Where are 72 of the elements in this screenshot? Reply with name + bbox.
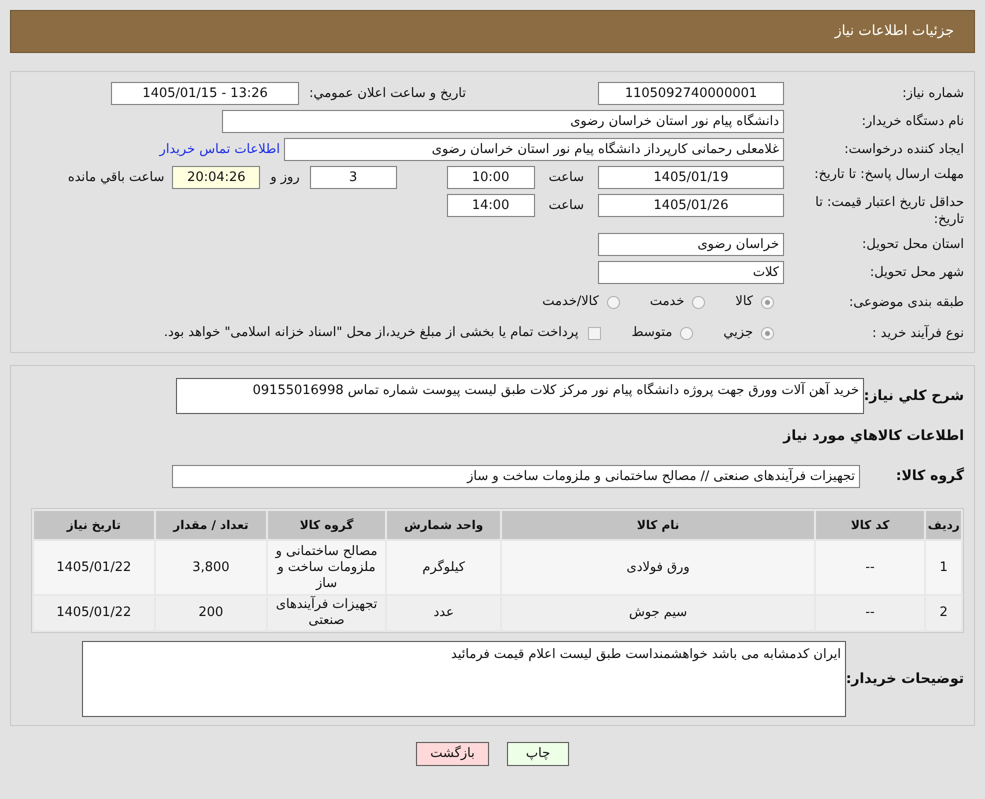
column-header: کد کالا [816,511,924,539]
text-field[interactable]: 14:00 [446,194,535,217]
radio-button[interactable] [761,296,774,308]
field-label: حداقل تاریخ اعتبار قیمت: تا تاریخ: [814,194,964,228]
checkbox[interactable] [588,326,602,340]
checkbox-label: پرداخت تمام یا بخشی از مبلغ خرید،از محل "اسناد خزانه اسلامی" خواهد بود. [164,324,578,342]
table-cell: 200 [156,596,266,630]
text-field[interactable]: 10:00 [446,166,535,189]
table-cell: عدد [386,596,500,630]
text-field[interactable]: تجهیزات فرآیندهای صنعتی // مصالح ساختمانی و ملزومات ساخت و ساز [172,465,860,488]
radio-label: متوسط [631,324,672,342]
field-label: شماره نیاز: [901,85,964,102]
countdown-field[interactable]: 20:04:26 [172,166,260,189]
field-label: گروه کالا: [894,466,964,486]
text-field[interactable]: 1105092740000001 [598,82,784,105]
field-label: استان محل تحویل: [861,236,964,253]
field-label: ساعت [548,169,584,187]
column-header: ردیف [926,511,961,539]
header-bar: جزئیات اطلاعات نیاز [10,10,975,53]
text-field[interactable]: 3 [310,166,397,189]
table-cell: کیلوگرم [386,541,500,594]
radio-label: کالا [735,293,753,312]
field-label: روز و [270,169,300,187]
notes-text: ایران کدمشابه می باشد خواهشمنداست طبق لیست اعلام قیمت فرمائید [451,647,841,662]
text-field[interactable]: 1405/01/26 [598,194,784,217]
radio-button[interactable] [680,326,694,340]
radio-label: جزیي [723,324,753,342]
field-label: نوع فرآیند خرید : [871,324,964,342]
table-cell: 1405/01/22 [34,541,154,594]
back-button[interactable]: بازگشت [416,742,489,766]
buyer-contact-link[interactable]: اطلاعات تماس خریدار [160,140,280,160]
text-field[interactable]: غلامعلی رحمانی کارپرداز دانشگاه پیام نور استان خراسان رضوی [284,138,784,161]
column-header: گروه کالا [268,511,385,539]
column-header: تاریخ نیاز [34,511,154,539]
column-header: نام کالا [502,511,814,539]
table-cell: 2 [926,596,961,630]
radio-button[interactable] [692,296,706,308]
field-label: نام دستگاه خریدار: [860,113,964,130]
radio-label: کالا/خدمت [542,293,599,312]
text-field[interactable]: دانشگاه پیام نور استان خراسان رضوی [222,110,784,133]
table-cell: 3,800 [156,541,266,594]
field-label: ساعت باقي مانده [68,169,164,187]
table-cell: 1 [926,541,961,594]
table-cell: مصالح ساختمانی و ملزومات ساخت و ساز [268,541,385,594]
table-cell: سیم جوش [502,596,814,630]
text-field[interactable]: 1405/01/19 [598,166,784,189]
section-title: اطلاعات کالاهاي مورد نیاز [782,427,964,446]
table-cell: تجهیزات فرآیندهای صنعتی [268,596,385,630]
field-label: شهر محل تحویل: [868,264,964,281]
table-cell: 1405/01/22 [34,596,154,630]
radio-label: خدمت [650,293,684,312]
field-label: طبقه بندی موضوعی: [848,294,964,310]
print-button[interactable]: چاپ [507,742,569,766]
column-header: تعداد / مقدار [156,511,266,539]
field-label: توضیحات خریدار: [846,670,964,688]
description-text: خرید آهن آلات وورق جهت پروژه دانشگاه پیام نور مرکز کلات طبق لیست پیوست شماره تماس 09155016998 [252,383,859,398]
field-label: ایجاد کننده درخواست: [843,141,964,158]
radio-button[interactable] [761,326,774,340]
field-label: مهلت ارسال پاسخ: تا تاریخ: [813,166,964,183]
table-cell: -- [816,541,924,594]
table-cell: ورق فولادی [502,541,814,594]
text-field[interactable]: 1405/01/15 - 13:26 [111,82,300,105]
radio-button[interactable] [606,296,620,308]
field-label: شرح کلي نیاز: [864,387,964,406]
field-label: تاریخ و ساعت اعلان عمومي: [309,84,466,103]
notes-textarea[interactable]: ایران کدمشابه می باشد خواهشمنداست طبق لیست اعلام قیمت فرمائید [82,641,846,717]
table-cell: -- [816,596,924,630]
text-field[interactable]: کلات [598,261,784,284]
description-textarea[interactable]: خرید آهن آلات وورق جهت پروژه دانشگاه پیام نور مرکز کلات طبق لیست پیوست شماره تماس 09155016998 [176,378,864,414]
field-label: ساعت [548,197,584,215]
column-header: واحد شمارش [386,511,500,539]
text-field[interactable]: خراسان رضوی [598,233,784,256]
